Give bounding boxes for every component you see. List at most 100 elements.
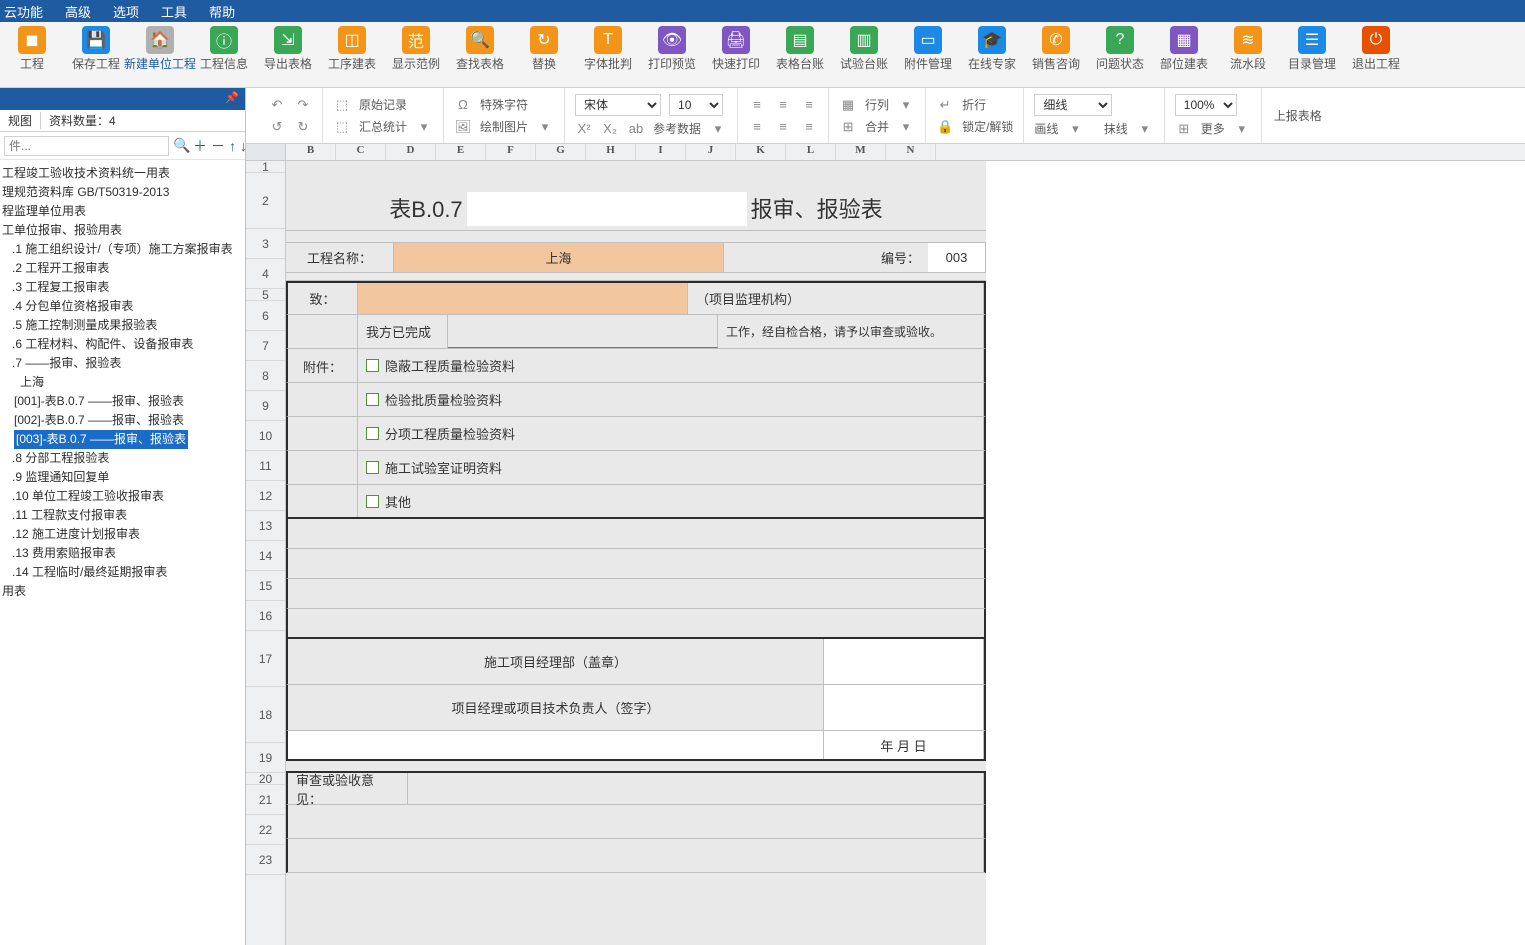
menu-advanced[interactable]: 高级 — [65, 2, 91, 21]
menu-options[interactable]: 选项 — [113, 2, 139, 21]
row-6[interactable]: 6 — [246, 301, 285, 331]
ribbon-17[interactable]: ?问题状态 — [1088, 26, 1152, 86]
col-F[interactable]: F — [486, 144, 536, 160]
corner-cell[interactable] — [246, 144, 286, 161]
row-21[interactable]: 21 — [246, 785, 285, 815]
row-15[interactable]: 15 — [246, 571, 285, 601]
tree-node-18[interactable]: .11 工程款支付报审表 — [0, 506, 245, 525]
ribbon-11[interactable]: 🖨快速打印 — [704, 26, 768, 86]
chk-2[interactable]: 分项工程质量检验资料 — [358, 417, 984, 450]
tree-node-13[interactable]: [002]-表B.0.7 ——报审、报验表 — [0, 411, 245, 430]
merge-button[interactable]: 合并 — [865, 118, 889, 135]
ref-data-button[interactable]: 参考数据 — [653, 120, 701, 137]
row-9[interactable]: 9 — [246, 391, 285, 421]
tree-node-14[interactable]: [003]-表B.0.7 ——报审、报验表 — [0, 430, 245, 449]
tree-node-12[interactable]: [001]-表B.0.7 ——报审、报验表 — [0, 392, 245, 411]
row-17[interactable]: 17 — [246, 631, 285, 687]
ribbon-10[interactable]: 👁打印预览 — [640, 26, 704, 86]
row-8[interactable]: 8 — [246, 361, 285, 391]
pin-icon[interactable]: 📌 — [225, 91, 239, 104]
row-22[interactable]: 22 — [246, 815, 285, 845]
ribbon-9[interactable]: T字体批判 — [576, 26, 640, 86]
nav-tree[interactable]: 工程竣工验收技术资料统一用表理规范资料库 GB/T50319-2013程监理单位… — [0, 160, 245, 945]
col-I[interactable]: I — [636, 144, 686, 160]
tree-node-10[interactable]: .7 ——报审、报验表 — [0, 354, 245, 373]
ribbon-2[interactable]: 🏠新建单位工程 — [128, 26, 192, 86]
ribbon-5[interactable]: ◫工序建表 — [320, 26, 384, 86]
col-N[interactable]: N — [886, 144, 936, 160]
special-char-button[interactable]: 特殊字符 — [480, 96, 528, 113]
ribbon-21[interactable]: ⏻退出工程 — [1344, 26, 1408, 86]
minus-icon[interactable]: － — [211, 136, 225, 156]
tree-node-9[interactable]: .6 工程材料、构配件、设备报审表 — [0, 335, 245, 354]
redo-icon[interactable]: ↷ — [294, 96, 312, 114]
undo2-icon[interactable]: ↺ — [268, 118, 286, 136]
ribbon-18[interactable]: ▦部位建表 — [1152, 26, 1216, 86]
row-20[interactable]: 20 — [246, 773, 285, 785]
valign-t-icon[interactable]: ≡ — [748, 118, 766, 136]
row-2[interactable]: 2 — [246, 173, 285, 229]
number-value[interactable]: 003 — [928, 243, 986, 272]
tree-node-8[interactable]: .5 施工控制测量成果报验表 — [0, 316, 245, 335]
tree-node-20[interactable]: .13 费用索赔报审表 — [0, 544, 245, 563]
tree-node-22[interactable]: 用表 — [0, 582, 245, 601]
subscript-icon[interactable]: X₂ — [601, 120, 619, 138]
ribbon-13[interactable]: ▥试验台账 — [832, 26, 896, 86]
tree-node-2[interactable]: 程监理单位用表 — [0, 202, 245, 221]
line-select[interactable]: 细线 — [1034, 94, 1112, 116]
row-14[interactable]: 14 — [246, 541, 285, 571]
tree-node-21[interactable]: .14 工程临时/最终延期报审表 — [0, 563, 245, 582]
undo-icon[interactable]: ↶ — [268, 96, 286, 114]
row-10[interactable]: 10 — [246, 421, 285, 451]
ribbon-4[interactable]: ⇲导出表格 — [256, 26, 320, 86]
up-icon[interactable]: ↑ — [229, 138, 236, 154]
tree-node-5[interactable]: .2 工程开工报审表 — [0, 259, 245, 278]
drawline-button[interactable]: 画线 — [1034, 120, 1058, 137]
col-J[interactable]: J — [686, 144, 736, 160]
align-l-icon[interactable]: ≡ — [748, 96, 766, 114]
tree-node-16[interactable]: .9 监理通知回复单 — [0, 468, 245, 487]
row-12[interactable]: 12 — [246, 481, 285, 511]
menu-help[interactable]: 帮助 — [209, 2, 235, 21]
tree-node-4[interactable]: .1 施工组织设计/（专项）施工方案报审表 — [0, 240, 245, 259]
done-blank[interactable] — [448, 315, 718, 348]
tree-node-0[interactable]: 工程竣工验收技术资料统一用表 — [0, 164, 245, 183]
sign-person-field[interactable] — [824, 685, 984, 730]
tree-node-3[interactable]: 工单位报审、报验用表 — [0, 221, 245, 240]
ribbon-15[interactable]: 🎓在线专家 — [960, 26, 1024, 86]
row-11[interactable]: 11 — [246, 451, 285, 481]
tree-search-input[interactable] — [4, 136, 169, 156]
row-5[interactable]: 5 — [246, 289, 285, 301]
chk-4[interactable]: 其他 — [358, 485, 984, 517]
tab-guitu[interactable]: 规图 — [0, 112, 41, 129]
row-7[interactable]: 7 — [246, 331, 285, 361]
search-icon[interactable]: 🔍 — [173, 137, 189, 154]
ribbon-0[interactable]: ◼工程 — [0, 26, 64, 86]
col-E[interactable]: E — [436, 144, 486, 160]
lock-button[interactable]: 锁定/解锁 — [962, 118, 1013, 135]
col-C[interactable]: C — [336, 144, 386, 160]
ribbon-1[interactable]: 💾保存工程 — [64, 26, 128, 86]
row-19[interactable]: 19 — [246, 743, 285, 773]
total-stat-button[interactable]: 汇总统计 — [359, 118, 407, 135]
tree-node-15[interactable]: .8 分部工程报验表 — [0, 449, 245, 468]
ribbon-12[interactable]: ▤表格台账 — [768, 26, 832, 86]
col-M[interactable]: M — [836, 144, 886, 160]
tree-node-1[interactable]: 理规范资料库 GB/T50319-2013 — [0, 183, 245, 202]
draw-pic-button[interactable]: 绘制图片 — [480, 118, 528, 135]
date-field[interactable]: 年 月 日 — [824, 731, 984, 759]
add-icon[interactable]: ＋ — [193, 136, 207, 156]
ribbon-14[interactable]: ▭附件管理 — [896, 26, 960, 86]
valign-m-icon[interactable]: ≡ — [774, 118, 792, 136]
valign-b-icon[interactable]: ≡ — [800, 118, 818, 136]
upload-form-button[interactable]: 上报表格 — [1262, 88, 1334, 143]
font-select[interactable]: 宋体 — [575, 94, 661, 116]
row-3[interactable]: 3 — [246, 229, 285, 259]
rows-button[interactable]: 行列 — [865, 96, 889, 113]
menu-tools[interactable]: 工具 — [161, 2, 187, 21]
opinion-field[interactable] — [408, 773, 984, 804]
fold-button[interactable]: 折行 — [962, 96, 986, 113]
to-value[interactable] — [358, 283, 688, 314]
ribbon-16[interactable]: ✆销售咨询 — [1024, 26, 1088, 86]
superscript-icon[interactable]: X² — [575, 120, 593, 138]
